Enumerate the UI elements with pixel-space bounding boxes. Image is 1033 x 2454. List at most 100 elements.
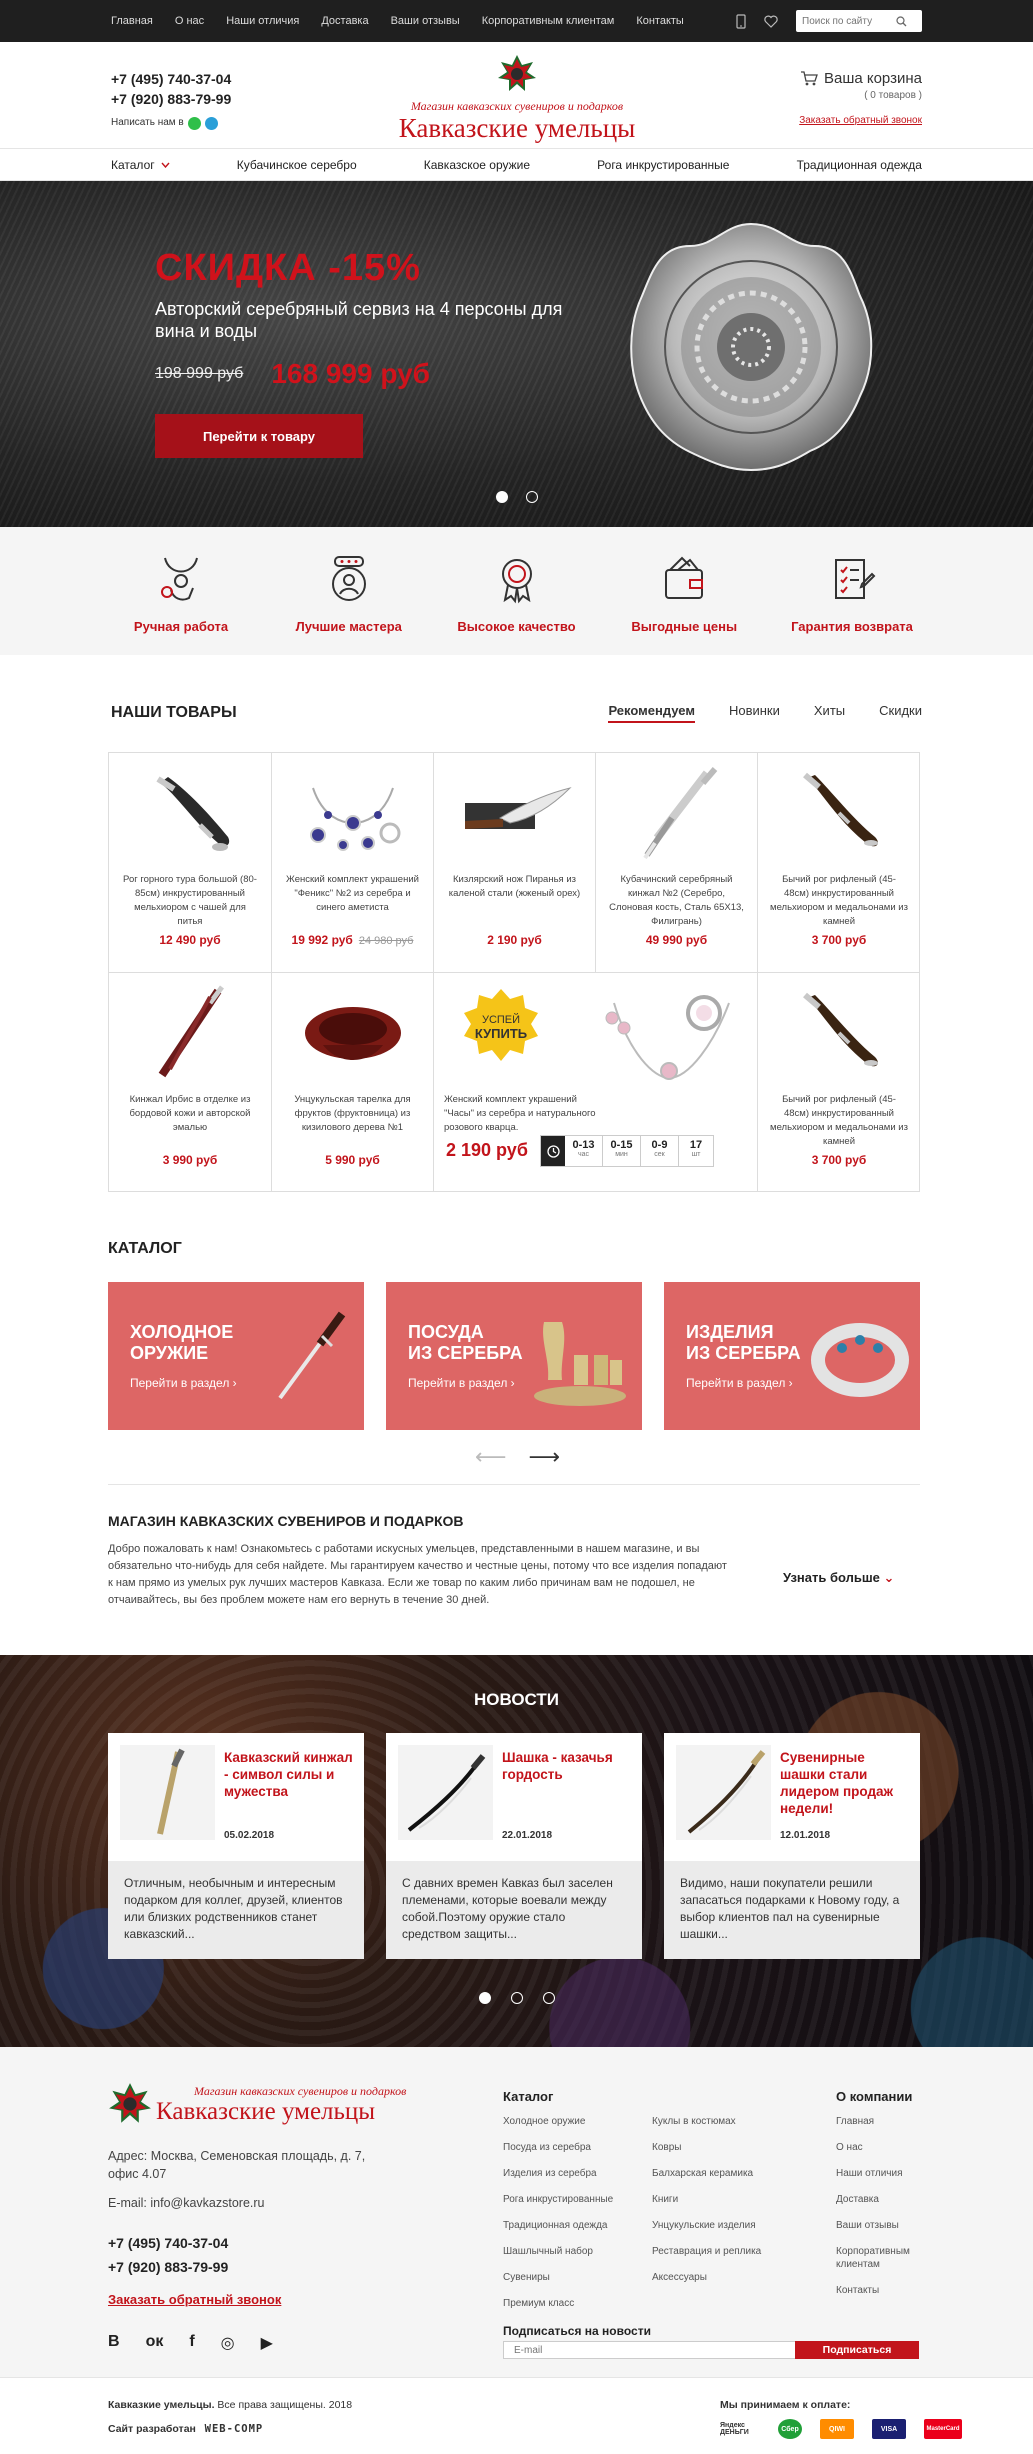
product-card[interactable]: Кизлярский нож Пиранья из каленой стали … xyxy=(434,753,596,973)
footer-catalog-link[interactable]: Реставрация и реплика xyxy=(652,2239,761,2265)
news-slide-dot-2[interactable] xyxy=(510,1992,523,2004)
footer-phone-1[interactable]: +7 (495) 740-37-04 xyxy=(108,2231,228,2255)
hero-cta-button[interactable]: Перейти к товару xyxy=(155,414,363,458)
site-logo[interactable]: Магазин кавказских сувениров и подарков … xyxy=(375,54,659,142)
news-card[interactable]: Шашка - казачья гордость 22.01.2018 С да… xyxy=(386,1733,642,1959)
arrow-right-icon[interactable]: ⟶ xyxy=(529,1444,561,1470)
news-slide-dot-1[interactable] xyxy=(478,1992,491,2004)
footer-catalog-link[interactable]: Холодное оружие xyxy=(503,2109,613,2135)
product-name[interactable]: Унцукульская тарелка для фруктов (фрукто… xyxy=(272,1093,433,1153)
tab-recommended[interactable]: Рекомендуем xyxy=(608,703,695,723)
product-name[interactable]: Кинжал Ирбис в отделке из бордовой кожи … xyxy=(109,1093,271,1153)
learn-more-button[interactable]: Узнать больше ⌄ xyxy=(783,1570,894,1586)
news-slide-dot-3[interactable] xyxy=(542,1992,555,2004)
footer-catalog-link[interactable]: Рога инкрустированные xyxy=(503,2187,613,2213)
footer-catalog-link[interactable]: Балхарская керамика xyxy=(652,2161,761,2187)
footer-phone-2[interactable]: +7 (920) 883-79-99 xyxy=(108,2255,228,2279)
hero-slide-dot-1[interactable] xyxy=(495,491,508,503)
catalog-tile-silver-items[interactable]: ИЗДЕЛИЯ ИЗ СЕРЕБРА Перейти в раздел › xyxy=(664,1282,920,1430)
catalog-tile-link[interactable]: Перейти в раздел › xyxy=(686,1376,793,1390)
main-nav-horns[interactable]: Рога инкрустированные xyxy=(597,158,729,172)
product-name[interactable]: Бычий рог рифленый (45-48см) инкрустиров… xyxy=(758,873,920,933)
footer-catalog-link[interactable]: Куклы в костюмах xyxy=(652,2109,761,2135)
footer-catalog-link[interactable]: Традиционная одежда xyxy=(503,2213,613,2239)
product-card[interactable]: Кубачинский серебряный кинжал №2 (Серебр… xyxy=(596,753,758,973)
footer-catalog-link[interactable]: Изделия из серебра xyxy=(503,2161,613,2187)
catalog-tile-link[interactable]: Перейти в раздел › xyxy=(408,1376,515,1390)
footer-catalog-link[interactable]: Книги xyxy=(652,2187,761,2213)
top-nav-item-reviews[interactable]: Ваши отзывы xyxy=(391,15,460,27)
whatsapp-icon[interactable] xyxy=(187,116,201,130)
footer-company-link[interactable]: Наши отличия xyxy=(836,2167,922,2180)
footer-company-link[interactable]: Главная xyxy=(836,2115,922,2128)
catalog-tile-weapons[interactable]: ХОЛОДНОЕ ОРУЖИЕ Перейти в раздел › xyxy=(108,1282,364,1430)
tab-discounts[interactable]: Скидки xyxy=(879,703,922,723)
product-name[interactable]: Рог горного тура большой (80-85см) инкру… xyxy=(109,873,271,933)
hero-slide-dot-2[interactable] xyxy=(525,491,538,503)
telegram-icon[interactable] xyxy=(204,116,218,130)
top-nav-item-delivery[interactable]: Доставка xyxy=(321,15,368,27)
promo-product-name[interactable]: Женский комплект украшений "Часы" из сер… xyxy=(444,1093,604,1135)
top-nav-item-about[interactable]: О нас xyxy=(175,15,204,27)
news-headline[interactable]: Шашка - казачья гордость xyxy=(502,1749,632,1783)
footer-email[interactable]: E-mail: info@kavkazstore.ru xyxy=(108,2196,265,2210)
catalog-tile-silver-dishes[interactable]: ПОСУДА ИЗ СЕРЕБРА Перейти в раздел › xyxy=(386,1282,642,1430)
product-card[interactable]: Бычий рог рифленый (45-48см) инкрустиров… xyxy=(758,973,920,1192)
footer-logo[interactable]: Магазин кавказских сувениров и подарков … xyxy=(108,2082,406,2126)
header-phone-2[interactable]: +7 (920) 883-79-99 xyxy=(111,89,231,109)
news-headline[interactable]: Кавказский кинжал - символ силы и мужест… xyxy=(224,1749,354,1800)
product-card[interactable]: Женский комплект украшений "Феникс" №2 и… xyxy=(272,753,434,973)
search-icon[interactable] xyxy=(896,15,907,27)
subscribe-email-input[interactable] xyxy=(503,2341,795,2359)
top-nav-item-corporate[interactable]: Корпоративным клиентам xyxy=(482,15,615,27)
main-nav-kubachi-silver[interactable]: Кубачинское серебро xyxy=(237,158,357,172)
mobile-icon[interactable] xyxy=(736,13,746,29)
product-card[interactable]: Кинжал Ирбис в отделке из бордовой кожи … xyxy=(109,973,272,1192)
product-name[interactable]: Кизлярский нож Пиранья из каленой стали … xyxy=(434,873,595,933)
main-nav-catalog[interactable]: Каталог xyxy=(111,158,170,172)
footer-company-link[interactable]: Контакты xyxy=(836,2284,922,2297)
footer-catalog-link[interactable]: Ковры xyxy=(652,2135,761,2161)
arrow-left-icon[interactable]: ⟵ xyxy=(475,1444,507,1470)
news-card[interactable]: Сувенирные шашки стали лидером продаж не… xyxy=(664,1733,920,1959)
top-nav-item-differences[interactable]: Наши отличия xyxy=(226,15,299,27)
footer-catalog-link[interactable]: Аксессуары xyxy=(652,2265,761,2291)
heart-icon[interactable] xyxy=(764,15,778,28)
product-name[interactable]: Женский комплект украшений "Феникс" №2 и… xyxy=(272,873,433,933)
footer-callback-link[interactable]: Заказать обратный звонок xyxy=(108,2292,281,2307)
top-nav-item-home[interactable]: Главная xyxy=(111,15,153,27)
footer-company-link[interactable]: О нас xyxy=(836,2141,922,2154)
promo-product-card[interactable]: УСПЕЙ КУПИТЬ Женский комплект украшений … xyxy=(434,973,758,1192)
footer-catalog-link[interactable]: Шашлычный набор xyxy=(503,2239,613,2265)
footer-company-link[interactable]: Доставка xyxy=(836,2193,922,2206)
footer-company-link[interactable]: Ваши отзывы xyxy=(836,2219,922,2232)
news-card[interactable]: Кавказский кинжал - символ силы и мужест… xyxy=(108,1733,364,1959)
footer-company-link[interactable]: Корпоративным клиентам xyxy=(836,2245,922,2271)
news-headline[interactable]: Сувенирные шашки стали лидером продаж не… xyxy=(780,1749,910,1817)
footer-catalog-link[interactable]: Сувениры xyxy=(503,2265,613,2291)
top-nav-item-contacts[interactable]: Контакты xyxy=(636,15,684,27)
footer-catalog-link[interactable]: Унцукульские изделия xyxy=(652,2213,761,2239)
facebook-icon[interactable]: f xyxy=(189,2333,194,2353)
product-card[interactable]: Рог горного тура большой (80-85см) инкру… xyxy=(109,753,272,973)
vk-icon[interactable]: В xyxy=(108,2333,120,2353)
catalog-tile-link[interactable]: Перейти в раздел › xyxy=(130,1376,237,1390)
instagram-icon[interactable]: ◎ xyxy=(221,2333,235,2353)
footer-catalog-link[interactable]: Посуда из серебра xyxy=(503,2135,613,2161)
main-nav-clothing[interactable]: Традиционная одежда xyxy=(797,158,922,172)
cart[interactable]: Ваша корзина ( 0 товаров ) Заказать обра… xyxy=(799,70,922,126)
search-input[interactable] xyxy=(802,15,896,27)
footer-catalog-link[interactable]: Премиум класс xyxy=(503,2291,613,2317)
header-phone-1[interactable]: +7 (495) 740-37-04 xyxy=(111,69,231,89)
callback-link[interactable]: Заказать обратный звонок xyxy=(799,115,922,126)
product-card[interactable]: Бычий рог рифленый (45-48см) инкрустиров… xyxy=(758,753,920,973)
tab-new[interactable]: Новинки xyxy=(729,703,780,723)
developer-logo[interactable]: WEB-COMP xyxy=(205,2423,264,2435)
youtube-icon[interactable]: ▶ xyxy=(261,2333,273,2353)
subscribe-button[interactable]: Подписаться xyxy=(795,2341,919,2359)
product-name[interactable]: Бычий рог рифленый (45-48см) инкрустиров… xyxy=(758,1093,920,1153)
product-card[interactable]: Унцукульская тарелка для фруктов (фрукто… xyxy=(272,973,434,1192)
tab-hits[interactable]: Хиты xyxy=(814,703,845,723)
product-name[interactable]: Кубачинский серебряный кинжал №2 (Серебр… xyxy=(596,873,757,933)
odnoklassniki-icon[interactable]: ок xyxy=(146,2333,164,2353)
